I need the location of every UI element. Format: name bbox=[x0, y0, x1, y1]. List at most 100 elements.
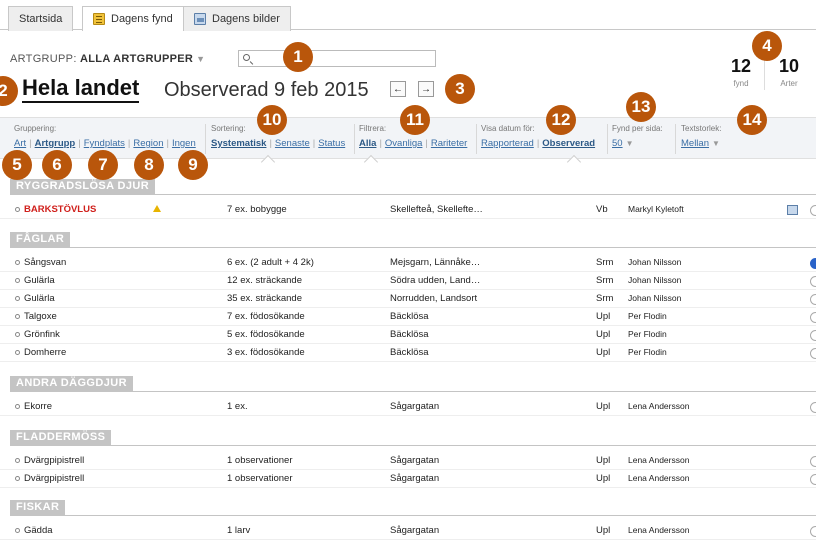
fynd-per-sida-select[interactable]: 50 bbox=[612, 138, 623, 149]
place-link[interactable]: Sågargatan bbox=[390, 525, 439, 536]
table-row[interactable]: Talgoxe 7 ex. födosökande Bäcklösa Upl Per F… bbox=[0, 308, 816, 326]
date-subtitle: Observerad 9 feb 2015 bbox=[164, 79, 369, 101]
table-row[interactable]: BARKSTÖVLUS 7 ex. bobygge Skellefteå, Skel… bbox=[0, 201, 816, 219]
callout-badge: 1 bbox=[283, 42, 313, 72]
status-circle-icon[interactable] bbox=[810, 526, 816, 537]
arrow-left-icon: ← bbox=[393, 83, 403, 95]
species-name[interactable]: Domherre bbox=[24, 347, 66, 358]
status-circle-icon[interactable] bbox=[810, 205, 816, 216]
place-link[interactable]: Mejsgarn, Lännåke… bbox=[390, 257, 480, 268]
tab-dagens-bilder[interactable]: Dagens bilder bbox=[183, 6, 291, 31]
observer-name[interactable]: Markyl Kyletoft bbox=[628, 204, 684, 214]
species-name[interactable]: Ekorre bbox=[24, 401, 52, 412]
sortering-status[interactable]: Status bbox=[318, 138, 345, 149]
table-row[interactable]: Sångsvan 6 ex. (2 adult + 4 2k) Mejsgarn, … bbox=[0, 254, 816, 272]
search-input[interactable] bbox=[255, 51, 433, 66]
callout-badge: 5 bbox=[2, 150, 32, 180]
observer-name[interactable]: Johan Nilsson bbox=[628, 275, 681, 285]
species-name[interactable]: Dvärgpipistrell bbox=[24, 455, 84, 466]
artgrupp-selector[interactable]: ARTGRUPP: ALLA ARTGRUPPER ▼ bbox=[10, 53, 205, 65]
observer-name[interactable]: Lena Andersson bbox=[628, 401, 689, 411]
gruppering-art[interactable]: Art bbox=[14, 138, 26, 149]
place-link[interactable]: Norrudden, Landsort bbox=[390, 293, 477, 304]
table-row[interactable]: Gulärla 35 ex. sträckande Norrudden, Lands… bbox=[0, 290, 816, 308]
status-circle-icon[interactable] bbox=[810, 456, 816, 467]
bullet-icon bbox=[15, 350, 20, 355]
observer-name[interactable]: Johan Nilsson bbox=[628, 257, 681, 267]
observer-name[interactable]: Johan Nilsson bbox=[628, 293, 681, 303]
status-circle-icon[interactable] bbox=[810, 312, 816, 323]
table-row[interactable]: Ekorre 1 ex. Sågargatan Upl Lena Andersson bbox=[0, 398, 816, 416]
place-link[interactable]: Södra udden, Land… bbox=[390, 275, 480, 286]
callout-badge: 6 bbox=[42, 150, 72, 180]
species-name[interactable]: Talgoxe bbox=[24, 311, 57, 322]
region-cell: Srm bbox=[596, 275, 614, 286]
search-icon bbox=[243, 54, 250, 61]
image-icon[interactable] bbox=[787, 205, 798, 215]
gruppering-artgrupp[interactable]: Artgrupp bbox=[35, 138, 76, 149]
status-circle-icon[interactable] bbox=[810, 330, 816, 341]
species-name[interactable]: BARKSTÖVLUS bbox=[24, 204, 96, 215]
status-circle-icon[interactable] bbox=[810, 276, 816, 287]
status-circle-icon[interactable] bbox=[810, 348, 816, 359]
status-circle-icon[interactable] bbox=[810, 258, 816, 269]
table-row[interactable]: Dvärgpipistrell 1 observationer Sågargatan… bbox=[0, 452, 816, 470]
filtrera-ovanliga[interactable]: Ovanliga bbox=[385, 138, 423, 149]
list-icon bbox=[93, 13, 105, 25]
callout-badge: 2 bbox=[0, 76, 18, 106]
filtrera-rariteter[interactable]: Rariteter bbox=[431, 138, 467, 149]
observer-name[interactable]: Lena Andersson bbox=[628, 473, 689, 483]
observer-name[interactable]: Per Flodin bbox=[628, 347, 667, 357]
search-field[interactable] bbox=[238, 50, 436, 67]
table-row[interactable]: Gulärla 12 ex. sträckande Södra udden, Lan… bbox=[0, 272, 816, 290]
bullet-icon bbox=[15, 207, 20, 212]
species-name[interactable]: Dvärgpipistrell bbox=[24, 473, 84, 484]
next-date-button[interactable]: → bbox=[418, 81, 434, 97]
place-link[interactable]: Skellefteå, Skellefte… bbox=[390, 204, 483, 215]
gruppering-fyndplats[interactable]: Fyndplats bbox=[84, 138, 125, 149]
sortering-systematisk[interactable]: Systematisk bbox=[211, 138, 266, 149]
filtrera-alla[interactable]: Alla bbox=[359, 138, 376, 149]
place-link[interactable]: Bäcklösa bbox=[390, 347, 429, 358]
prev-date-button[interactable]: ← bbox=[390, 81, 406, 97]
count-cell: 7 ex. bobygge bbox=[227, 204, 287, 215]
table-row[interactable]: Gädda 1 larv Sågargatan Upl Lena Andersson bbox=[0, 522, 816, 540]
callout-badge: 11 bbox=[400, 105, 430, 135]
observer-name[interactable]: Lena Andersson bbox=[628, 525, 689, 535]
sortering-senaste[interactable]: Senaste bbox=[275, 138, 310, 149]
place-link[interactable]: Bäcklösa bbox=[390, 311, 429, 322]
species-name[interactable]: Gulärla bbox=[24, 275, 55, 286]
place-link[interactable]: Sågargatan bbox=[390, 473, 439, 484]
status-circle-icon[interactable] bbox=[810, 294, 816, 305]
datum-observerad[interactable]: Observerad bbox=[542, 138, 595, 149]
species-name[interactable]: Grönfink bbox=[24, 329, 60, 340]
status-circle-icon[interactable] bbox=[810, 402, 816, 413]
place-link[interactable]: Sågargatan bbox=[390, 455, 439, 466]
tab-dagens-fynd[interactable]: Dagens fynd bbox=[82, 6, 184, 31]
table-row[interactable]: Grönfink 5 ex. födosökande Bäcklösa Upl Per … bbox=[0, 326, 816, 344]
table-row[interactable]: Dvärgpipistrell 1 observationer Sågargatan… bbox=[0, 470, 816, 488]
place-link[interactable]: Sågargatan bbox=[390, 401, 439, 412]
region-cell: Upl bbox=[596, 311, 611, 322]
callout-badge: 8 bbox=[134, 150, 164, 180]
bullet-icon bbox=[15, 278, 20, 283]
observer-name[interactable]: Lena Andersson bbox=[628, 455, 689, 465]
species-name[interactable]: Gulärla bbox=[24, 293, 55, 304]
place-link[interactable]: Bäcklösa bbox=[390, 329, 429, 340]
species-name[interactable]: Sångsvan bbox=[24, 257, 66, 268]
observer-name[interactable]: Per Flodin bbox=[628, 329, 667, 339]
datum-rapporterad[interactable]: Rapporterad bbox=[481, 138, 534, 149]
region-cell: Vb bbox=[596, 204, 608, 215]
stat-fynd: 12 fynd bbox=[730, 56, 752, 88]
gruppering-ingen[interactable]: Ingen bbox=[172, 138, 196, 149]
textstorlek-select[interactable]: Mellan bbox=[681, 138, 709, 149]
status-circle-icon[interactable] bbox=[810, 474, 816, 485]
tab-startsida[interactable]: Startsida bbox=[8, 6, 74, 31]
gruppering-region[interactable]: Region bbox=[133, 138, 163, 149]
observer-name[interactable]: Per Flodin bbox=[628, 311, 667, 321]
bullet-icon bbox=[15, 332, 20, 337]
filter-gruppering: Gruppering: Art | Artgrupp | Fyndplats | Regio… bbox=[14, 124, 196, 149]
species-name[interactable]: Gädda bbox=[24, 525, 53, 536]
table-row[interactable]: Domherre 3 ex. födosökande Bäcklösa Upl Per … bbox=[0, 344, 816, 362]
chevron-down-icon: ▼ bbox=[625, 139, 634, 148]
